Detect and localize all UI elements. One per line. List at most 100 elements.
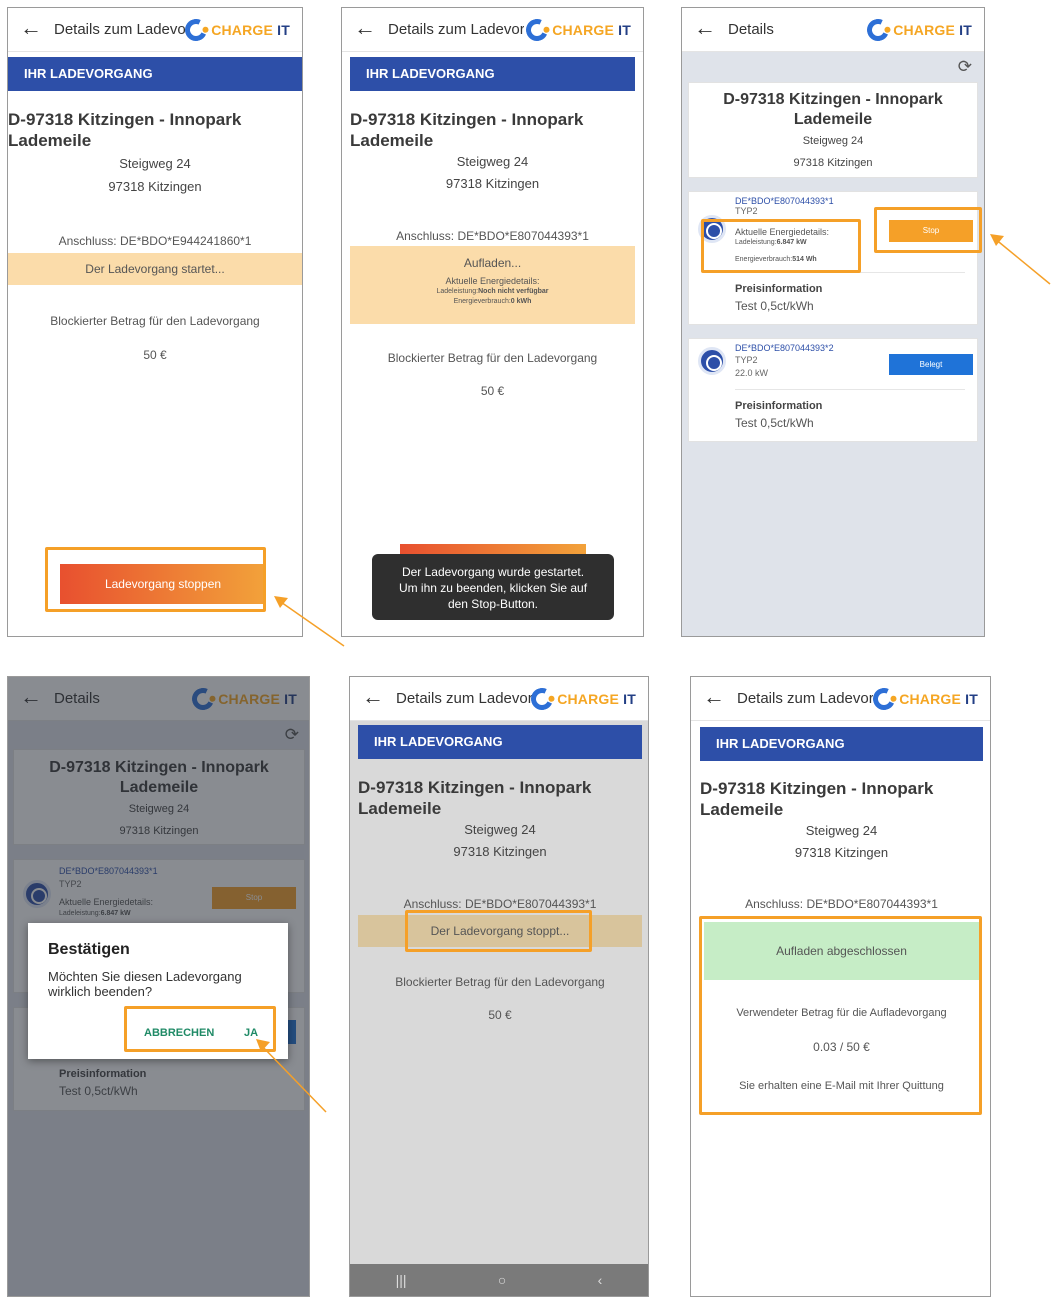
home-icon[interactable]: ○ [498, 1272, 506, 1288]
app-bar: ← Details zum Ladevorgang CHARGE IT [342, 8, 643, 52]
location-name: D-97318 Kitzingen - InnoparkLademeile [723, 91, 943, 128]
logo-c-icon [864, 15, 893, 45]
connector-id: Anschluss: DE*BDO*E944241860*1 [58, 234, 252, 248]
location-city: 97318 Kitzingen [453, 844, 547, 859]
logo-c-icon [523, 15, 552, 45]
screen-title: Details [728, 21, 774, 38]
dialog-message: Möchten Sie diesen Ladevorgang wirklich … [48, 969, 242, 999]
pointer-arrow-icon [256, 1039, 327, 1113]
price-title: Preisinformation [735, 283, 823, 295]
connector-id: Anschluss: DE*BDO*E807044393*1 [396, 229, 589, 243]
stop-button[interactable]: Stop [889, 220, 973, 242]
evse-type: TYP2 [735, 355, 758, 365]
evse-card-1: DE*BDO*E807044393*1 TYP2 Aktuelle Energi… [688, 191, 978, 325]
consumption-value: 514 Wh [792, 256, 817, 263]
charge-it-logo: CHARGE IT [870, 684, 978, 714]
charge-it-logo: CHARGE IT [528, 684, 636, 714]
recent-apps-icon[interactable]: ||| [396, 1272, 407, 1288]
evse-type: TYP2 [735, 206, 758, 216]
evse-id: DE*BDO*E807044393*2 [735, 343, 834, 353]
app-bar: ← Details zum Ladevorgang CHARGE IT [691, 677, 990, 721]
screen-title: Details zum Ladevorgang [54, 21, 190, 38]
location-name: D-97318 Kitzingen - InnoparkLademeile [700, 779, 934, 819]
status-text: Aufladen... [463, 256, 522, 270]
charge-it-logo: CHARGE IT [523, 15, 631, 45]
toast-message: Der Ladevorgang wurde gestartet. Um ihn … [372, 554, 614, 620]
price-value: Test 0,5ct/kWh [735, 299, 814, 313]
refresh-icon[interactable]: ⟳ [958, 57, 972, 77]
type2-plug-icon [698, 215, 726, 243]
dialog-title: Bestätigen [48, 941, 130, 958]
section-header: IHR LADEVORGANG [8, 57, 302, 91]
blocked-amount-label: Blockierter Betrag für den Ladevorgang [387, 351, 598, 365]
divider [735, 389, 965, 390]
section-header: IHR LADEVORGANG [350, 57, 635, 91]
back-nav-icon[interactable]: ‹ [598, 1272, 603, 1288]
consumption-value: 0 kWh [510, 298, 532, 305]
location-city: 97318 Kitzingen [793, 157, 873, 169]
blocked-amount-label: Blockierter Betrag für den Ladevorgang [50, 314, 260, 328]
location-name: D-97318 Kitzingen - InnoparkLademeile [350, 110, 584, 150]
cancel-button[interactable]: ABBRECHEN [144, 1027, 214, 1039]
energy-title: Aktuelle Energiedetails: [445, 276, 540, 286]
status-banner: Aufladen... Aktuelle Energiedetails: Lad… [350, 246, 635, 324]
back-arrow-icon[interactable]: ← [362, 686, 384, 708]
location-street: Steigweg 24 [802, 135, 864, 147]
used-amount: 0.03 / 50 € [813, 1040, 870, 1054]
app-bar: ← Details zum Ladevorgang CHARGE IT [350, 677, 648, 721]
status-banner: Aufladen abgeschlossen [704, 922, 979, 980]
blocked-amount: 50 € [143, 348, 167, 362]
power-value: 6.847 kW [776, 239, 807, 246]
screen-title: Details zum Ladevorgang [388, 21, 524, 38]
charge-it-logo: CHARGE IT [864, 15, 972, 45]
back-arrow-icon[interactable]: ← [694, 17, 716, 39]
connector-id: Anschluss: DE*BDO*E807044393*1 [745, 897, 938, 911]
location-name: D-97318 Kitzingen - InnoparkLademeile [8, 110, 242, 150]
used-amount-label: Verwendeter Betrag für die Aufladevorgan… [736, 1007, 947, 1019]
section-header: IHR LADEVORGANG [700, 727, 983, 761]
evse-power: 22.0 kW [735, 368, 769, 378]
location-street: Steigweg 24 [464, 822, 536, 837]
screen-confirm-stop: ← Details CHARGE IT ⟳ D-97318 Kitzingen … [7, 676, 310, 1297]
screen-charging-starting: ← Details zum Ladevorgang CHARGE IT IHR … [7, 7, 303, 637]
app-bar: ← Details zum Ladevorgang CHARGE IT [8, 8, 302, 52]
back-arrow-icon[interactable]: ← [354, 17, 376, 39]
logo-c-icon [182, 15, 211, 45]
back-arrow-icon[interactable]: ← [703, 686, 725, 708]
logo-c-icon [528, 684, 557, 714]
location-city: 97318 Kitzingen [108, 179, 202, 194]
screen-title: Details zum Ladevorgang [737, 690, 873, 707]
evse-id: DE*BDO*E807044393*1 [735, 196, 834, 206]
connector-id: Anschluss: DE*BDO*E807044393*1 [403, 897, 597, 911]
blocked-amount: 50 € [480, 384, 505, 398]
pointer-arrow-icon [274, 596, 345, 647]
back-arrow-icon[interactable]: ← [20, 17, 42, 39]
screen-title: Details zum Ladevorgang [396, 690, 532, 707]
location-city: 97318 Kitzingen [794, 845, 889, 860]
location-name: D-97318 Kitzingen - InnoparkLademeile [358, 778, 592, 818]
charge-it-logo: CHARGE IT [182, 15, 290, 45]
pointer-arrow-icon [990, 234, 1051, 285]
price-title: Preisinformation [735, 400, 823, 412]
logo-c-icon [870, 684, 899, 714]
stop-charging-button[interactable]: Ladevorgang stoppen [60, 564, 266, 604]
location-street: Steigweg 24 [456, 154, 529, 169]
screen-station-details: ← Details CHARGE IT ⟳ D-97318 Kitzingen … [681, 7, 985, 637]
type2-plug-icon [698, 347, 726, 375]
occupied-button[interactable]: Belegt [889, 354, 973, 375]
screen-charging-complete: ← Details zum Ladevorgang CHARGE IT IHR … [690, 676, 991, 1297]
status-banner: Der Ladevorgang stoppt... [358, 915, 642, 947]
system-nav-bar: ||| ○ ‹ [350, 1264, 648, 1296]
power-value: Noch nicht verfügbar [478, 288, 549, 295]
location-street: Steigweg 24 [119, 156, 191, 171]
location-card: D-97318 Kitzingen - InnoparkLademeile St… [688, 82, 978, 178]
divider [735, 272, 965, 273]
price-value: Test 0,5ct/kWh [735, 416, 814, 430]
confirm-dialog: Bestätigen Möchten Sie diesen Ladevorgan… [28, 923, 288, 1059]
location-city: 97318 Kitzingen [445, 176, 540, 191]
blocked-amount-label: Blockierter Betrag für den Ladevorgang [395, 975, 605, 989]
app-bar: ← Details CHARGE IT [682, 8, 984, 52]
screen-charging-stopping: ← Details zum Ladevorgang CHARGE IT IHR … [349, 676, 649, 1297]
status-banner: Der Ladevorgang startet... [8, 253, 302, 285]
section-header: IHR LADEVORGANG [358, 725, 642, 759]
